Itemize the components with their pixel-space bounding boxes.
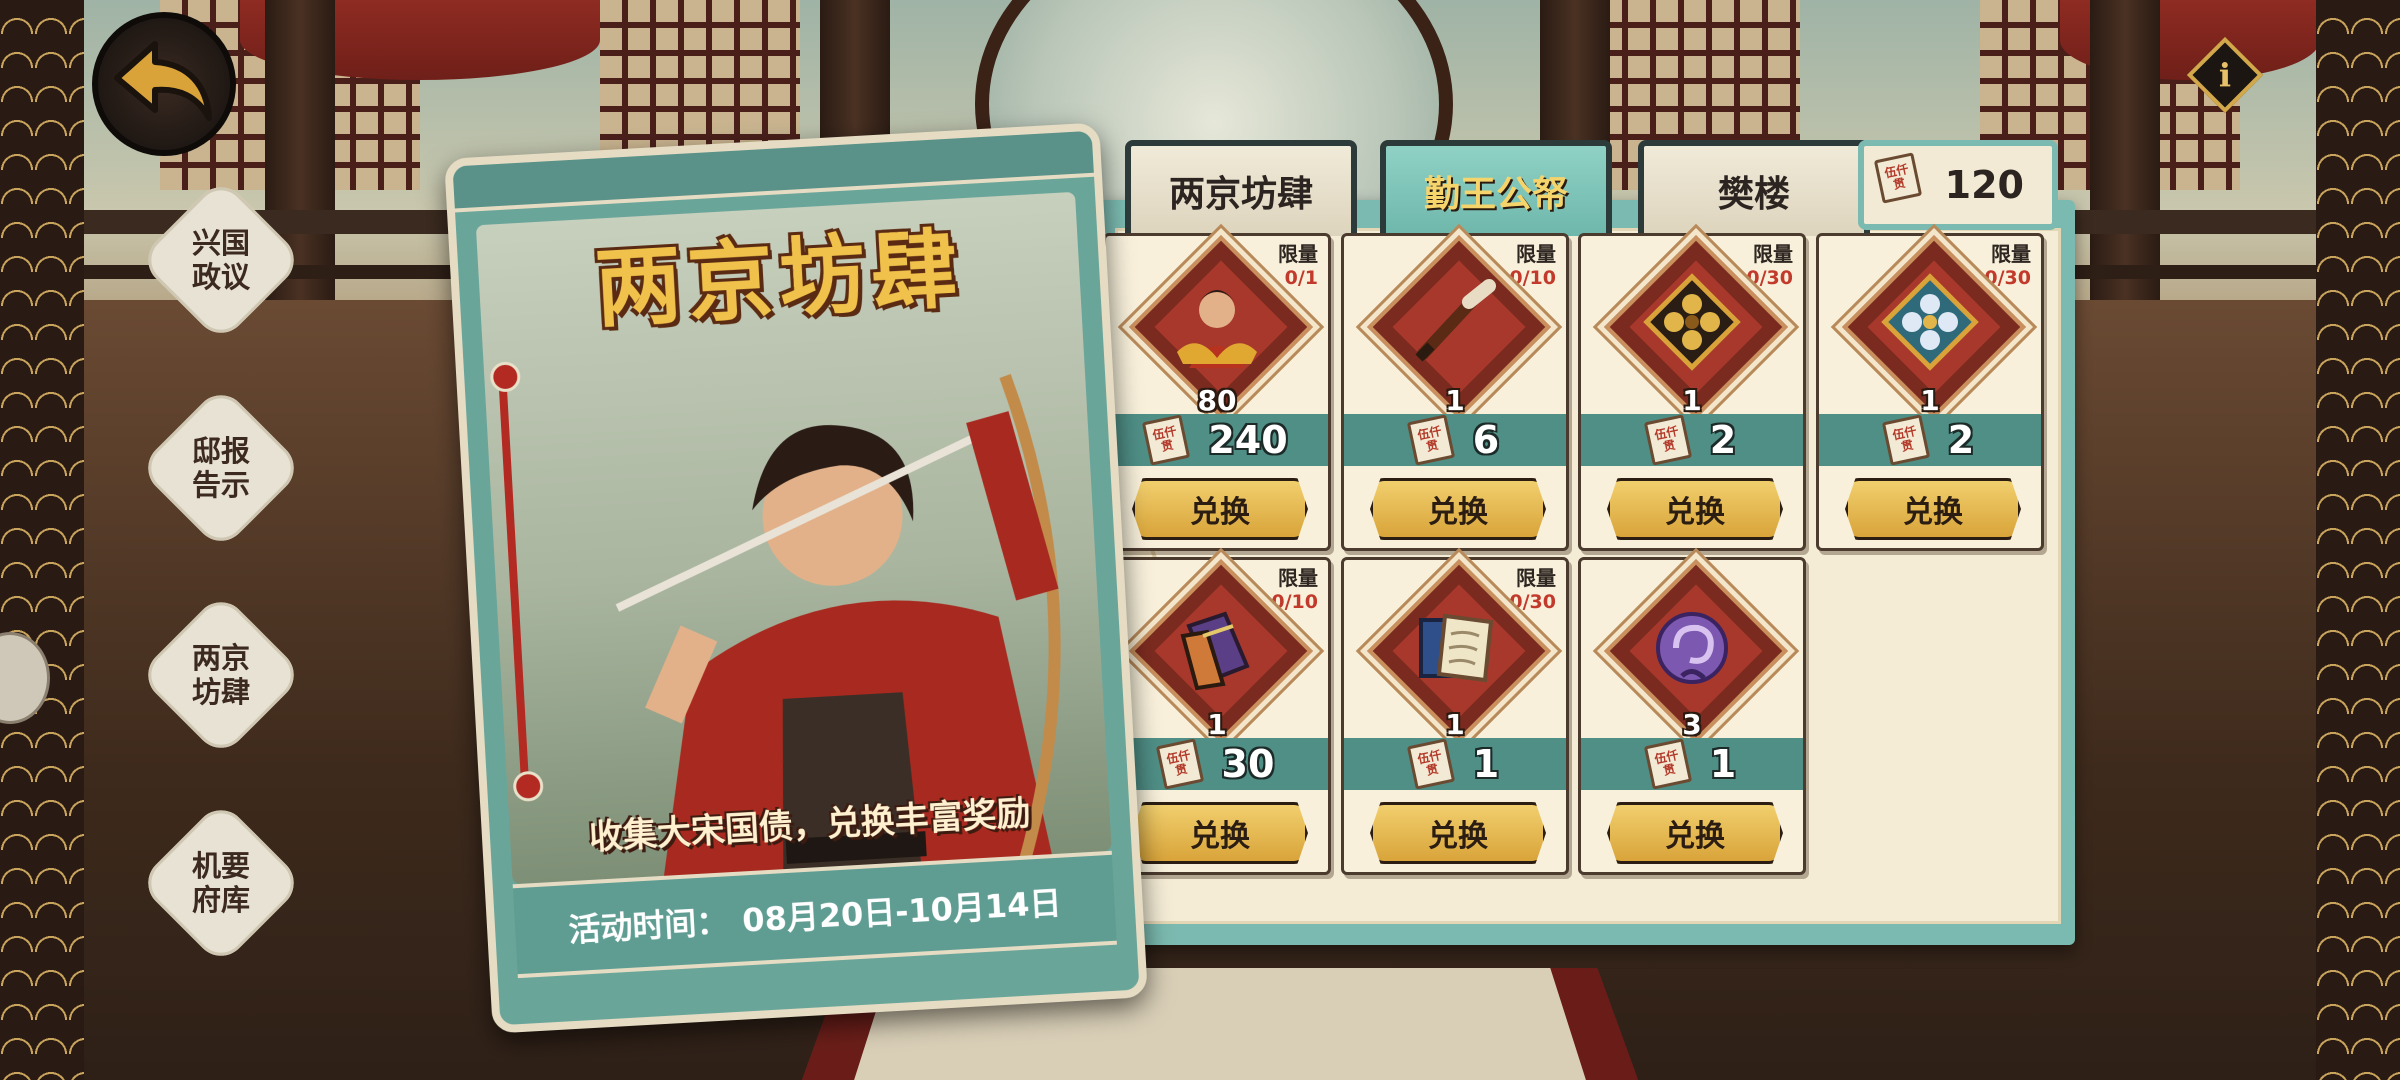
purchase-limit: 限量 0/30 [1509, 566, 1556, 614]
shop-item-card: 限量 0/30 1 伍仟贯 1 兑换 [1341, 557, 1569, 875]
side-nav-jiyao[interactable]: 机要 府库 [137, 799, 305, 967]
price-bar: 伍仟贯 6 [1344, 414, 1566, 466]
exchange-button[interactable]: 兑换 [1370, 478, 1546, 540]
scroll-icon [1419, 613, 1494, 683]
price-bar: 伍仟贯 1 [1581, 738, 1803, 790]
item-quantity: 3 [1682, 708, 1702, 741]
book-icon [1180, 611, 1250, 691]
exchange-button[interactable]: 兑换 [1132, 802, 1308, 864]
purchase-limit: 限量 0/10 [1509, 242, 1556, 290]
purchase-limit: 限量 0/30 [1746, 242, 1793, 290]
price-bar: 伍仟贯 240 [1106, 414, 1328, 466]
tab-fanlou[interactable]: 樊楼 [1638, 140, 1870, 236]
side-nav-label: 邸报 告示 [191, 434, 250, 502]
ticket-icon: 伍仟贯 [1643, 414, 1692, 466]
exchange-button[interactable]: 兑换 [1132, 478, 1308, 540]
ticket-icon: 伍仟贯 [1406, 414, 1455, 466]
ticket-icon: 伍仟贯 [1155, 738, 1204, 790]
currency-display: 伍仟贯 120 [1858, 140, 2058, 230]
shop-item-card: 限量 0/10 1 伍仟贯 6 兑换 [1341, 233, 1569, 551]
item-price: 6 [1472, 418, 1500, 462]
blue-flower-token-icon [1881, 273, 1979, 371]
limit-label: 限量 [1278, 242, 1318, 266]
item-quantity: 1 [1682, 384, 1702, 417]
limit-label: 限量 [1516, 242, 1556, 266]
purchase-limit: 限量 0/10 [1271, 566, 1318, 614]
currency-amount: 120 [1944, 163, 2024, 207]
side-nav-label: 机要 府库 [191, 849, 250, 917]
purple-orb-icon [1656, 612, 1728, 684]
info-icon: i [2218, 56, 2232, 94]
gold-flower-token-icon [1643, 273, 1741, 371]
left-border [0, 0, 84, 1080]
item-price: 30 [1221, 742, 1275, 786]
item-price: 1 [1472, 742, 1500, 786]
limit-label: 限量 [1753, 242, 1793, 266]
item-quantity: 1 [1920, 384, 1940, 417]
info-button[interactable]: i [2186, 36, 2264, 114]
limit-value: 0/10 [1509, 267, 1556, 289]
side-nav-liangjing[interactable]: 两京 坊肆 [137, 591, 305, 759]
ticket-icon: 伍仟贯 [1142, 414, 1191, 466]
shop-item-card: 限量 0/30 1 伍仟贯 2 兑换 [1578, 233, 1806, 551]
item-price: 2 [1947, 418, 1975, 462]
side-nav-dibao[interactable]: 邸报 告示 [137, 384, 305, 552]
tab-liangjing[interactable]: 两京坊肆 [1125, 140, 1357, 236]
limit-value: 0/30 [1746, 267, 1793, 289]
back-button[interactable] [92, 12, 236, 156]
price-bar: 伍仟贯 2 [1819, 414, 2041, 466]
item-quantity: 1 [1445, 708, 1465, 741]
exchange-button[interactable]: 兑换 [1607, 478, 1783, 540]
ticket-icon: 伍仟贯 [1873, 152, 1923, 204]
item-price: 240 [1208, 418, 1288, 462]
ticket-icon: 伍仟贯 [1881, 414, 1930, 466]
back-arrow-icon [114, 41, 212, 121]
exchange-button[interactable]: 兑换 [1370, 802, 1546, 864]
limit-value: 0/30 [1509, 591, 1556, 613]
event-time-value: 08月20日-10月14日 [741, 883, 1063, 940]
limit-label: 限量 [1991, 242, 2031, 266]
item-quantity: 80 [1197, 384, 1237, 417]
limit-label: 限量 [1278, 566, 1318, 590]
side-nav-xingguo[interactable]: 兴国 政议 [137, 176, 305, 344]
ticket-icon: 伍仟贯 [1643, 738, 1692, 790]
limit-value: 0/10 [1271, 591, 1318, 613]
price-bar: 伍仟贯 30 [1106, 738, 1328, 790]
limit-value: 0/30 [1984, 267, 2031, 289]
shop-item-card: 3 伍仟贯 1 兑换 [1578, 557, 1806, 875]
ticket-icon: 伍仟贯 [1406, 738, 1455, 790]
limit-value: 0/1 [1284, 267, 1318, 289]
side-nav-label: 两京 坊肆 [191, 641, 250, 709]
limit-label: 限量 [1516, 566, 1556, 590]
right-border [2316, 0, 2400, 1080]
event-banner: 两京坊肆 收集大宋国债，兑换丰富奖励 活动时间： 08月20日-10月14日 [444, 122, 1148, 1034]
event-time-label: 活动时间： [567, 902, 730, 950]
item-quantity: 1 [1207, 708, 1227, 741]
exchange-button[interactable]: 兑换 [1607, 802, 1783, 864]
brush-icon [1415, 279, 1496, 362]
tab-label: 樊楼 [1717, 174, 1790, 215]
exchange-button[interactable]: 兑换 [1845, 478, 2021, 540]
hero-portrait-icon [1177, 290, 1257, 368]
purchase-limit: 限量 0/1 [1278, 242, 1318, 290]
purchase-limit: 限量 0/30 [1984, 242, 2031, 290]
shop-item-card: 限量 0/30 1 伍仟贯 2 兑换 [1816, 233, 2044, 551]
tab-label: 勤王公帑 [1423, 174, 1568, 215]
price-bar: 伍仟贯 1 [1344, 738, 1566, 790]
tab-label: 两京坊肆 [1168, 174, 1313, 215]
item-price: 1 [1709, 742, 1737, 786]
shop-item-card: 限量 0/1 80 伍仟贯 240 兑换 [1103, 233, 1331, 551]
side-nav-label: 兴国 政议 [191, 226, 250, 294]
item-quantity: 1 [1445, 384, 1465, 417]
item-price: 2 [1709, 418, 1737, 462]
price-bar: 伍仟贯 2 [1581, 414, 1803, 466]
tab-qinwang[interactable]: 勤王公帑 [1380, 140, 1612, 236]
